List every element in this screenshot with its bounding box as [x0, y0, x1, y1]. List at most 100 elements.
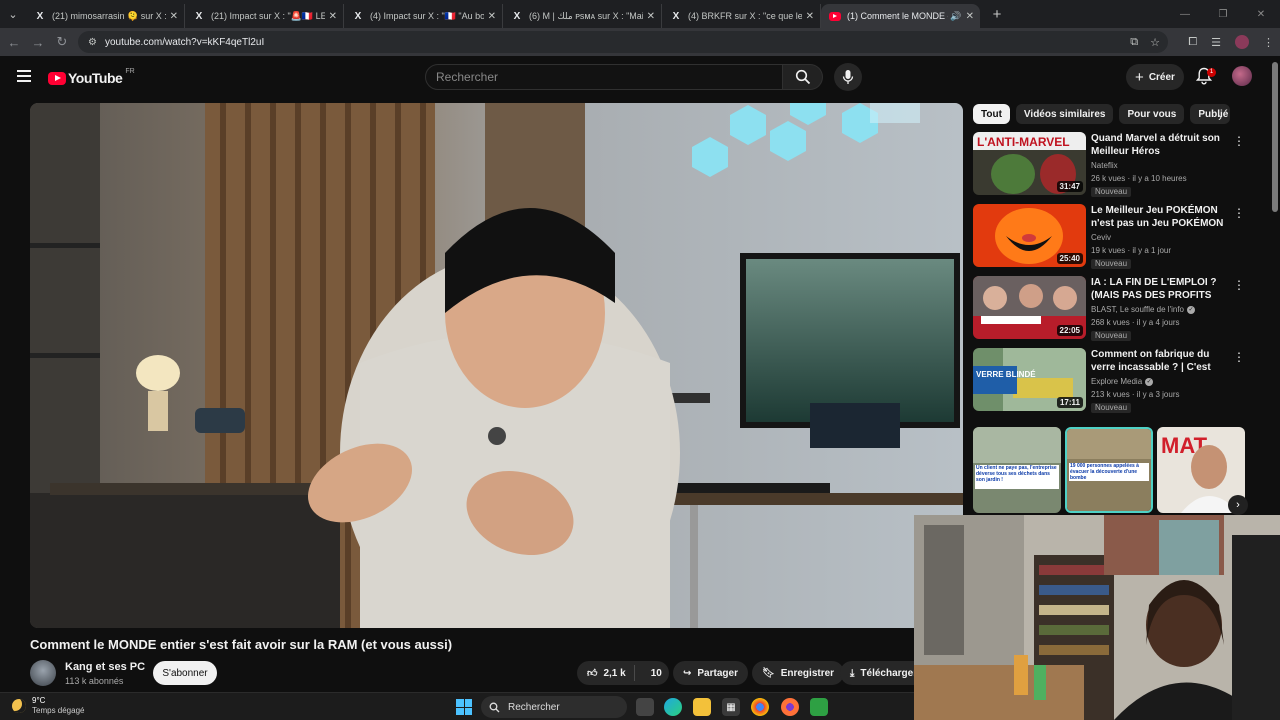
- shorts-next-chevron-icon[interactable]: ›: [1228, 495, 1248, 515]
- app-icon[interactable]: [810, 698, 828, 716]
- recommendation-channel[interactable]: Nateflix: [1091, 161, 1118, 170]
- search-input[interactable]: Rechercher: [425, 64, 783, 90]
- chip-for-you[interactable]: Pour vous: [1119, 104, 1185, 124]
- moon-icon: [12, 699, 26, 713]
- reading-list-icon[interactable]: ☰: [1211, 36, 1221, 49]
- subscribe-button[interactable]: S'abonner: [153, 661, 217, 685]
- youtube-logo[interactable]: YouTube FR: [48, 68, 135, 86]
- restore-icon[interactable]: ❐: [1204, 9, 1242, 20]
- close-tab-icon[interactable]: ✕: [329, 11, 337, 22]
- video-duration: 31:47: [1056, 181, 1083, 192]
- close-tab-icon[interactable]: ✕: [806, 11, 814, 22]
- chrome-icon[interactable]: [751, 698, 769, 716]
- cast-icon[interactable]: ⧉: [1130, 36, 1138, 49]
- recommendation-title[interactable]: IA : LA FIN DE L'EMPLOI ? (MAIS PAS DES …: [1091, 276, 1231, 302]
- chips-next-chevron-icon[interactable]: ›: [1218, 110, 1222, 124]
- browser-tab[interactable]: X (4) BRKFR sur X : "ce que le mar ✕: [662, 4, 821, 28]
- tab-search-chevron-icon[interactable]: ⌄: [0, 0, 26, 28]
- close-tab-icon[interactable]: ✕: [647, 11, 655, 22]
- short-item[interactable]: 19 000 personnes appelées à évacuer la d…: [1065, 427, 1153, 513]
- browser-menu-icon[interactable]: ⋮: [1263, 36, 1274, 49]
- recommendation-meta: 19 k vues · il y a 1 jour: [1091, 246, 1172, 255]
- chip-published[interactable]: Publié: [1190, 104, 1231, 124]
- minimize-icon[interactable]: —: [1166, 9, 1204, 20]
- search-button[interactable]: [783, 64, 823, 90]
- new-tab-icon[interactable]: +: [986, 6, 1008, 23]
- share-button[interactable]: ↪ Partager: [673, 661, 748, 685]
- recommendation-channel[interactable]: Explore Media ✓: [1091, 377, 1154, 386]
- browser-tab[interactable]: X (21) mimosarrasin 🫠 sur X : "C ✕: [26, 4, 185, 28]
- bookmark-star-icon[interactable]: ☆: [1150, 36, 1160, 49]
- more-options-icon[interactable]: ⋮: [1233, 278, 1245, 292]
- recommendation-item[interactable]: 22:05 IA : LA FIN DE L'EMPLOI ? (MAIS PA…: [973, 276, 1263, 341]
- search-icon: [489, 702, 500, 712]
- file-explorer-icon[interactable]: [693, 698, 711, 716]
- like-button[interactable]: 👍︎ 2,1 k: [577, 665, 635, 681]
- weather-condition: Temps dégagé: [32, 706, 85, 715]
- video-player[interactable]: [30, 103, 963, 628]
- microphone-icon: [842, 70, 854, 84]
- weather-widget[interactable]: 9°C Temps dégagé: [12, 696, 84, 716]
- recommendation-channel[interactable]: BLAST, Le souffle de l'info ✓: [1091, 305, 1195, 314]
- browser-tab[interactable]: X (6) M | ملك ᴘsᴍᴀ sur X : "Mais c ✕: [503, 4, 662, 28]
- close-window-icon[interactable]: ✕: [1242, 9, 1280, 20]
- short-item[interactable]: Un client ne paye pas, l'entreprise déve…: [973, 427, 1061, 513]
- site-info-icon[interactable]: ⚙: [88, 37, 97, 48]
- reload-icon[interactable]: ↻: [50, 34, 74, 50]
- close-tab-icon[interactable]: ✕: [488, 11, 496, 22]
- recommendation-item[interactable]: 25:40 Le Meilleur Jeu POKÉMON n'est pas …: [973, 204, 1263, 269]
- x-icon: X: [513, 10, 521, 22]
- browser-toolbar: ← → ↻ ⚙ youtube.com/watch?v=kKF4qeTl2uI …: [0, 28, 1280, 56]
- browser-tab-strip: ⌄ X (21) mimosarrasin 🫠 sur X : "C ✕ X (…: [0, 0, 1280, 28]
- video-thumbnail[interactable]: L'ANTI-MARVEL 31:47: [973, 132, 1086, 195]
- account-avatar[interactable]: [1232, 66, 1252, 86]
- more-options-icon[interactable]: ⋮: [1233, 134, 1245, 148]
- download-button[interactable]: ⤓ Télécharger: [840, 661, 914, 685]
- video-thumbnail[interactable]: 22:05: [973, 276, 1086, 339]
- webcam-image: [914, 515, 1280, 720]
- speaker-icon[interactable]: 🔊: [950, 11, 961, 22]
- recommendation-meta: 26 k vues · il y a 10 heures: [1091, 174, 1187, 183]
- create-button[interactable]: + Créer: [1126, 64, 1184, 90]
- dislike-count-button[interactable]: 10: [641, 668, 662, 679]
- close-tab-icon[interactable]: ✕: [170, 11, 178, 22]
- video-thumbnail[interactable]: 25:40: [973, 204, 1086, 267]
- recommendation-title[interactable]: Le Meilleur Jeu POKÉMON n'est pas un Jeu…: [1091, 204, 1231, 230]
- menu-hamburger-icon[interactable]: [17, 70, 31, 85]
- browser-tab[interactable]: X (4) Impact sur X : "🇫🇷 "Au bout ✕: [344, 4, 503, 28]
- new-badge: Nouveau: [1091, 331, 1132, 341]
- recommendation-channel[interactable]: Ceviv: [1091, 233, 1111, 242]
- back-icon[interactable]: ←: [2, 35, 26, 50]
- store-icon[interactable]: ▦: [722, 698, 740, 716]
- taskbar-search[interactable]: Rechercher: [481, 696, 627, 718]
- download-label: Télécharger: [860, 667, 914, 679]
- windows-start-icon[interactable]: [456, 699, 472, 715]
- browser-tab-active[interactable]: (1) Comment le MONDE en 🔊 ✕: [821, 4, 980, 28]
- task-view-icon[interactable]: [636, 698, 654, 716]
- x-icon: X: [354, 10, 362, 22]
- video-thumbnail[interactable]: VERRE BLINDÉ 17:11: [973, 348, 1086, 411]
- browser-tab[interactable]: X (21) Impact sur X : "🚨🇫🇷 LE RA ✕: [185, 4, 344, 28]
- save-button[interactable]: 🔖︎ Enregistrer: [752, 661, 845, 685]
- edge-icon[interactable]: [664, 698, 682, 716]
- firefox-icon[interactable]: [781, 698, 799, 716]
- forward-icon[interactable]: →: [26, 35, 50, 50]
- short-caption: Un client ne paye pas, l'entreprise déve…: [976, 465, 1057, 483]
- extensions-icon[interactable]: ⧠: [1188, 36, 1197, 49]
- address-bar[interactable]: ⚙ youtube.com/watch?v=kKF4qeTl2uI ⧉ ☆: [78, 31, 1168, 53]
- profile-avatar-icon[interactable]: [1235, 35, 1249, 49]
- recommendation-title[interactable]: Comment on fabrique du verre incassable …: [1091, 348, 1231, 374]
- more-options-icon[interactable]: ⋮: [1233, 350, 1245, 364]
- channel-name[interactable]: Kang et ses PC: [65, 661, 145, 673]
- voice-search-button[interactable]: [834, 63, 862, 91]
- recommendation-item[interactable]: L'ANTI-MARVEL 31:47 Quand Marvel a détru…: [973, 132, 1263, 197]
- chip-similar[interactable]: Vidéos similaires: [1015, 104, 1114, 124]
- close-tab-icon[interactable]: ✕: [966, 11, 974, 22]
- chip-all[interactable]: Tout: [973, 104, 1010, 124]
- recommendation-title[interactable]: Quand Marvel a détruit son Meilleur Héro…: [1091, 132, 1231, 158]
- page-scrollbar[interactable]: [1272, 62, 1278, 212]
- recommendation-item[interactable]: VERRE BLINDÉ 17:11 Comment on fabrique d…: [973, 348, 1263, 413]
- channel-avatar[interactable]: [30, 660, 56, 686]
- more-options-icon[interactable]: ⋮: [1233, 206, 1245, 220]
- share-label: Partager: [697, 667, 738, 679]
